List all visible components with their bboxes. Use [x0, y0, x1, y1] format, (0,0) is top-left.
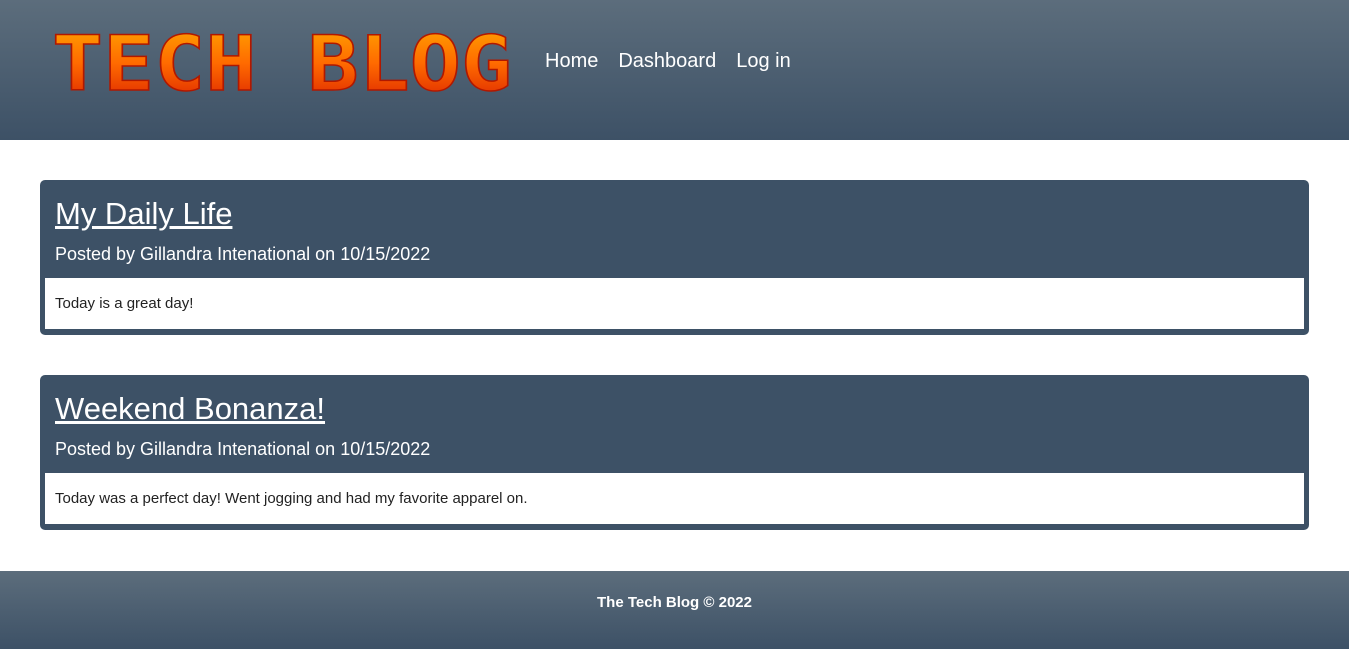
post-card: My Daily Life Posted by Gillandra Intena… — [40, 180, 1309, 335]
post-title-link[interactable]: My Daily Life — [55, 194, 1294, 234]
post-card: Weekend Bonanza! Posted by Gillandra Int… — [40, 375, 1309, 530]
post-body: Today was a perfect day! Went jogging an… — [45, 473, 1304, 524]
nav-dashboard-link[interactable]: Dashboard — [618, 50, 716, 73]
post-list: My Daily Life Posted by Gillandra Intena… — [0, 140, 1349, 571]
post-meta: Posted by Gillandra Intenational on 10/1… — [55, 439, 431, 459]
main-nav: Home Dashboard Log in — [545, 50, 791, 73]
post-meta: Posted by Gillandra Intenational on 10/1… — [55, 244, 431, 264]
post-header: Weekend Bonanza! Posted by Gillandra Int… — [40, 375, 1309, 472]
tech-blog-logo[interactable]: TECH BLOG — [52, 26, 514, 98]
footer-copyright: The Tech Blog © 2022 — [597, 593, 752, 611]
post-title-link[interactable]: Weekend Bonanza! — [55, 389, 1294, 429]
post-header: My Daily Life Posted by Gillandra Intena… — [40, 180, 1309, 277]
nav-login-link[interactable]: Log in — [736, 50, 791, 73]
site-footer: The Tech Blog © 2022 — [0, 571, 1349, 649]
logo-text: TECH BLOG — [52, 26, 512, 98]
nav-home-link[interactable]: Home — [545, 50, 598, 73]
site-header: TECH BLOG Home Dashboard Log in — [0, 0, 1349, 140]
post-body: Today is a great day! — [45, 278, 1304, 329]
